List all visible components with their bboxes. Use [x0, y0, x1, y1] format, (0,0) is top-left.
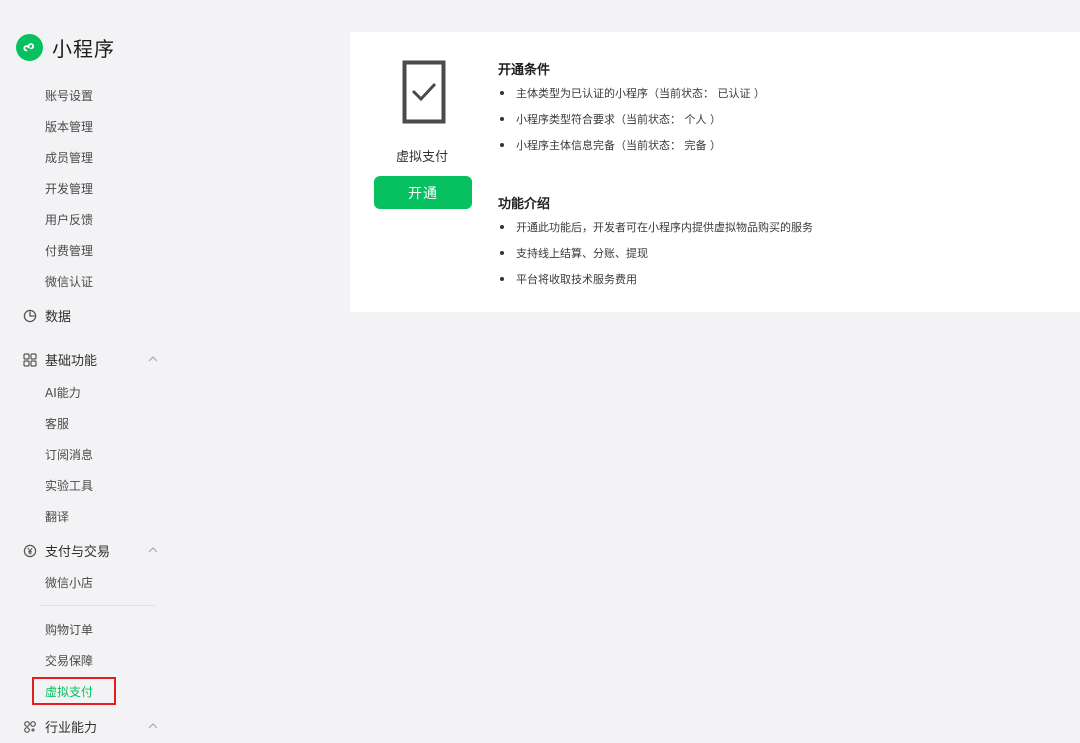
sidebar-item-wechat-shop[interactable]: 微信小店: [45, 576, 93, 590]
sidebar-item-member-management[interactable]: 成员管理: [45, 151, 93, 165]
sidebar-group-pay[interactable]: 支付与交易: [22, 541, 160, 560]
sidebar-item-translate[interactable]: 翻译: [45, 510, 69, 524]
sidebar-item-wechat-verification[interactable]: 微信认证: [45, 275, 93, 289]
intro-item: 开通此功能后，开发者可在小程序内提供虚拟物品购买的服务: [500, 219, 813, 235]
sidebar-group-industry[interactable]: 行业能力: [22, 717, 160, 736]
sidebar-item-user-feedback[interactable]: 用户反馈: [45, 213, 93, 227]
condition-item: 主体类型为已认证的小程序（当前状态： 已认证 ）: [500, 85, 765, 101]
sidebar-item-account-settings[interactable]: 账号设置: [45, 89, 93, 103]
sidebar-group-pay-label: 支付与交易: [45, 545, 111, 560]
sidebar-item-customer-service[interactable]: 客服: [45, 417, 69, 431]
condition-item: 小程序主体信息完备（当前状态： 完备 ）: [500, 137, 721, 153]
chevron-up-icon[interactable]: [146, 351, 160, 365]
bullet-dot: [500, 225, 504, 229]
miniprogram-logo-icon: [16, 34, 43, 61]
condition-text: 小程序主体信息完备（当前状态： 完备 ）: [516, 139, 721, 152]
intro-text: 开通此功能后，开发者可在小程序内提供虚拟物品购买的服务: [516, 221, 813, 234]
virtual-payment-card: 虚拟支付 开通 开通条件 主体类型为已认证的小程序（当前状态： 已认证 ） 小程…: [350, 32, 1080, 312]
sidebar-item-trade-guarantee[interactable]: 交易保障: [45, 654, 93, 668]
brand[interactable]: 小程序: [16, 33, 115, 62]
tablet-check-icon: [402, 60, 446, 128]
sidebar-divider: [40, 605, 155, 606]
sidebar-group-data-label: 数据: [45, 310, 72, 325]
sidebar-item-experiment-tools[interactable]: 实验工具: [45, 479, 93, 493]
conditions-title: 开通条件: [498, 63, 551, 78]
product-name: 虚拟支付: [395, 150, 448, 165]
bullet-dot: [500, 117, 504, 121]
condition-item: 小程序类型符合要求（当前状态： 个人 ）: [500, 111, 721, 127]
sidebar-group-industry-label: 行业能力: [45, 721, 98, 736]
sidebar-item-dev-management[interactable]: 开发管理: [45, 182, 93, 196]
chevron-up-icon[interactable]: [146, 542, 160, 556]
intro-item: 平台将收取技术服务费用: [500, 271, 637, 287]
sidebar-item-payment-management[interactable]: 付费管理: [45, 244, 93, 258]
grid-icon: [22, 352, 38, 368]
bullet-dot: [500, 91, 504, 95]
condition-text: 主体类型为已认证的小程序（当前状态： 已认证 ）: [516, 87, 765, 100]
bullet-dot: [500, 143, 504, 147]
sidebar-group-basic[interactable]: 基础功能: [22, 350, 160, 369]
sidebar-item-ai[interactable]: AI能力: [45, 386, 81, 400]
intro-text: 支持线上结算、分账、提现: [516, 247, 648, 260]
yen-circle-icon: [22, 543, 38, 559]
intro-text: 平台将收取技术服务费用: [516, 273, 637, 286]
industry-icon: [22, 719, 38, 735]
bullet-dot: [500, 277, 504, 281]
intro-item: 支持线上结算、分账、提现: [500, 245, 648, 261]
condition-text: 小程序类型符合要求（当前状态： 个人 ）: [516, 113, 721, 126]
sidebar-item-orders[interactable]: 购物订单: [45, 623, 93, 637]
open-button[interactable]: 开通: [374, 176, 472, 209]
sidebar-group-data[interactable]: 数据: [22, 306, 160, 325]
brand-title: 小程序: [52, 37, 115, 61]
sidebar-item-subscribe-message[interactable]: 订阅消息: [45, 448, 93, 462]
chevron-up-icon[interactable]: [146, 718, 160, 732]
sidebar-group-basic-label: 基础功能: [45, 354, 98, 369]
bullet-dot: [500, 251, 504, 255]
sidebar: 小程序 账号设置 版本管理 成员管理 开发管理 用户反馈 付费管理 微信认证 数…: [0, 0, 175, 743]
intro-title: 功能介绍: [498, 197, 551, 212]
pie-chart-icon: [22, 308, 38, 324]
highlight-box: [32, 677, 116, 705]
sidebar-item-version-management[interactable]: 版本管理: [45, 120, 93, 134]
